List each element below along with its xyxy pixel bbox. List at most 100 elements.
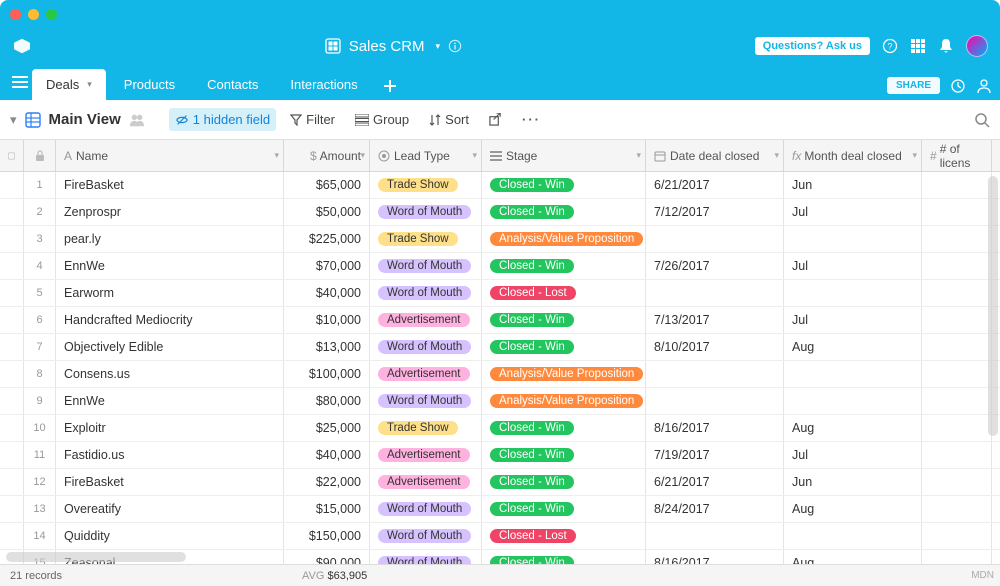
view-name[interactable]: Main View <box>49 111 121 128</box>
cell-licenses[interactable] <box>922 172 992 198</box>
cell-date[interactable]: 6/21/2017 <box>646 172 784 198</box>
cell-lead[interactable]: Advertisement <box>370 442 482 468</box>
summary-avg[interactable]: AVG $63,905 <box>302 570 367 582</box>
minimize-window-button[interactable] <box>28 9 39 20</box>
row-checkbox[interactable] <box>0 280 24 306</box>
cell-month[interactable]: Aug <box>784 550 922 564</box>
cell-name[interactable]: EnnWe <box>56 253 284 279</box>
tab-products[interactable]: Products <box>110 69 189 100</box>
cell-month[interactable] <box>784 523 922 549</box>
cell-name[interactable]: FireBasket <box>56 469 284 495</box>
cell-stage[interactable]: Closed - Win <box>482 496 646 522</box>
row-checkbox[interactable] <box>0 334 24 360</box>
more-options-button[interactable]: ··· <box>516 108 547 131</box>
row-checkbox[interactable] <box>0 199 24 225</box>
table-row[interactable]: 9EnnWe$80,000Word of MouthAnalysis/Value… <box>0 388 1000 415</box>
cell-month[interactable]: Jul <box>784 199 922 225</box>
row-checkbox[interactable] <box>0 442 24 468</box>
apps-grid-icon[interactable] <box>910 38 926 54</box>
cell-date[interactable]: 8/10/2017 <box>646 334 784 360</box>
collaborators-view-icon[interactable] <box>129 113 145 127</box>
row-checkbox[interactable] <box>0 415 24 441</box>
cell-lead[interactable]: Word of Mouth <box>370 523 482 549</box>
cell-stage[interactable]: Analysis/Value Proposition <box>482 361 646 387</box>
cell-stage[interactable]: Closed - Win <box>482 550 646 564</box>
table-row[interactable]: 5Earworm$40,000Word of MouthClosed - Los… <box>0 280 1000 307</box>
cell-amount[interactable]: $150,000 <box>284 523 370 549</box>
cell-lead[interactable]: Trade Show <box>370 415 482 441</box>
cell-lead[interactable]: Word of Mouth <box>370 550 482 564</box>
cell-month[interactable]: Jul <box>784 307 922 333</box>
cell-name[interactable]: Quiddity <box>56 523 284 549</box>
table-row[interactable]: 6Handcrafted Mediocrity$10,000Advertisem… <box>0 307 1000 334</box>
cell-name[interactable]: Exploitr <box>56 415 284 441</box>
table-row[interactable]: 8Consens.us$100,000AdvertisementAnalysis… <box>0 361 1000 388</box>
cell-licenses[interactable] <box>922 307 992 333</box>
row-checkbox[interactable] <box>0 172 24 198</box>
cell-licenses[interactable] <box>922 334 992 360</box>
cell-stage[interactable]: Closed - Win <box>482 199 646 225</box>
cell-month[interactable]: Jun <box>784 172 922 198</box>
cell-name[interactable]: Objectively Edible <box>56 334 284 360</box>
column-header-licenses[interactable]: ## of licens <box>922 140 992 171</box>
cell-amount[interactable]: $225,000 <box>284 226 370 252</box>
cell-date[interactable] <box>646 523 784 549</box>
row-checkbox[interactable] <box>0 253 24 279</box>
column-header-lead[interactable]: Lead Type▾ <box>370 140 482 171</box>
cell-licenses[interactable] <box>922 442 992 468</box>
row-checkbox[interactable] <box>0 361 24 387</box>
cell-stage[interactable]: Closed - Win <box>482 172 646 198</box>
cell-name[interactable]: Earworm <box>56 280 284 306</box>
horizontal-scrollbar[interactable] <box>6 552 186 562</box>
share-button[interactable]: SHARE <box>887 77 940 94</box>
cell-licenses[interactable] <box>922 415 992 441</box>
notifications-icon[interactable] <box>938 38 954 54</box>
row-checkbox[interactable] <box>0 496 24 522</box>
cell-date[interactable] <box>646 361 784 387</box>
search-icon[interactable] <box>974 112 990 128</box>
row-checkbox[interactable] <box>0 307 24 333</box>
cell-date[interactable] <box>646 388 784 414</box>
cell-lead[interactable]: Advertisement <box>370 469 482 495</box>
hamburger-menu-icon[interactable] <box>8 64 32 100</box>
cell-stage[interactable]: Closed - Win <box>482 469 646 495</box>
cell-amount[interactable]: $40,000 <box>284 280 370 306</box>
cell-licenses[interactable] <box>922 523 992 549</box>
cell-name[interactable]: Overeatify <box>56 496 284 522</box>
cell-name[interactable]: pear.ly <box>56 226 284 252</box>
table-row[interactable]: 10Exploitr$25,000Trade ShowClosed - Win8… <box>0 415 1000 442</box>
cell-date[interactable] <box>646 226 784 252</box>
cell-lead[interactable]: Word of Mouth <box>370 280 482 306</box>
cell-name[interactable]: EnnWe <box>56 388 284 414</box>
cell-month[interactable] <box>784 361 922 387</box>
cell-amount[interactable]: $90,000 <box>284 550 370 564</box>
tab-interactions[interactable]: Interactions <box>276 69 371 100</box>
cell-date[interactable]: 8/24/2017 <box>646 496 784 522</box>
cell-amount[interactable]: $15,000 <box>284 496 370 522</box>
filter-button[interactable]: Filter <box>284 108 341 131</box>
cell-month[interactable]: Aug <box>784 496 922 522</box>
collaborators-icon[interactable] <box>976 78 992 94</box>
tab-dropdown-icon[interactable]: ▾ <box>87 79 92 90</box>
cell-stage[interactable]: Closed - Lost <box>482 523 646 549</box>
cell-licenses[interactable] <box>922 469 992 495</box>
cell-amount[interactable]: $22,000 <box>284 469 370 495</box>
cell-licenses[interactable] <box>922 226 992 252</box>
cell-licenses[interactable] <box>922 253 992 279</box>
cell-month[interactable] <box>784 280 922 306</box>
cell-lead[interactable]: Word of Mouth <box>370 334 482 360</box>
table-row[interactable]: 3pear.ly$225,000Trade ShowAnalysis/Value… <box>0 226 1000 253</box>
column-header-month[interactable]: fxMonth deal closed▾ <box>784 140 922 171</box>
cell-month[interactable]: Jul <box>784 442 922 468</box>
cell-stage[interactable]: Closed - Win <box>482 442 646 468</box>
cell-month[interactable]: Jun <box>784 469 922 495</box>
row-checkbox[interactable] <box>0 388 24 414</box>
cell-licenses[interactable] <box>922 361 992 387</box>
base-title-dropdown-icon[interactable]: ▾ <box>436 41 441 52</box>
cell-lead[interactable]: Advertisement <box>370 361 482 387</box>
app-logo-icon[interactable] <box>12 38 32 54</box>
views-dropdown-icon[interactable]: ▾ <box>10 112 17 128</box>
vertical-scrollbar[interactable] <box>988 176 998 436</box>
cell-amount[interactable]: $25,000 <box>284 415 370 441</box>
column-header-name[interactable]: AName▾ <box>56 140 284 171</box>
